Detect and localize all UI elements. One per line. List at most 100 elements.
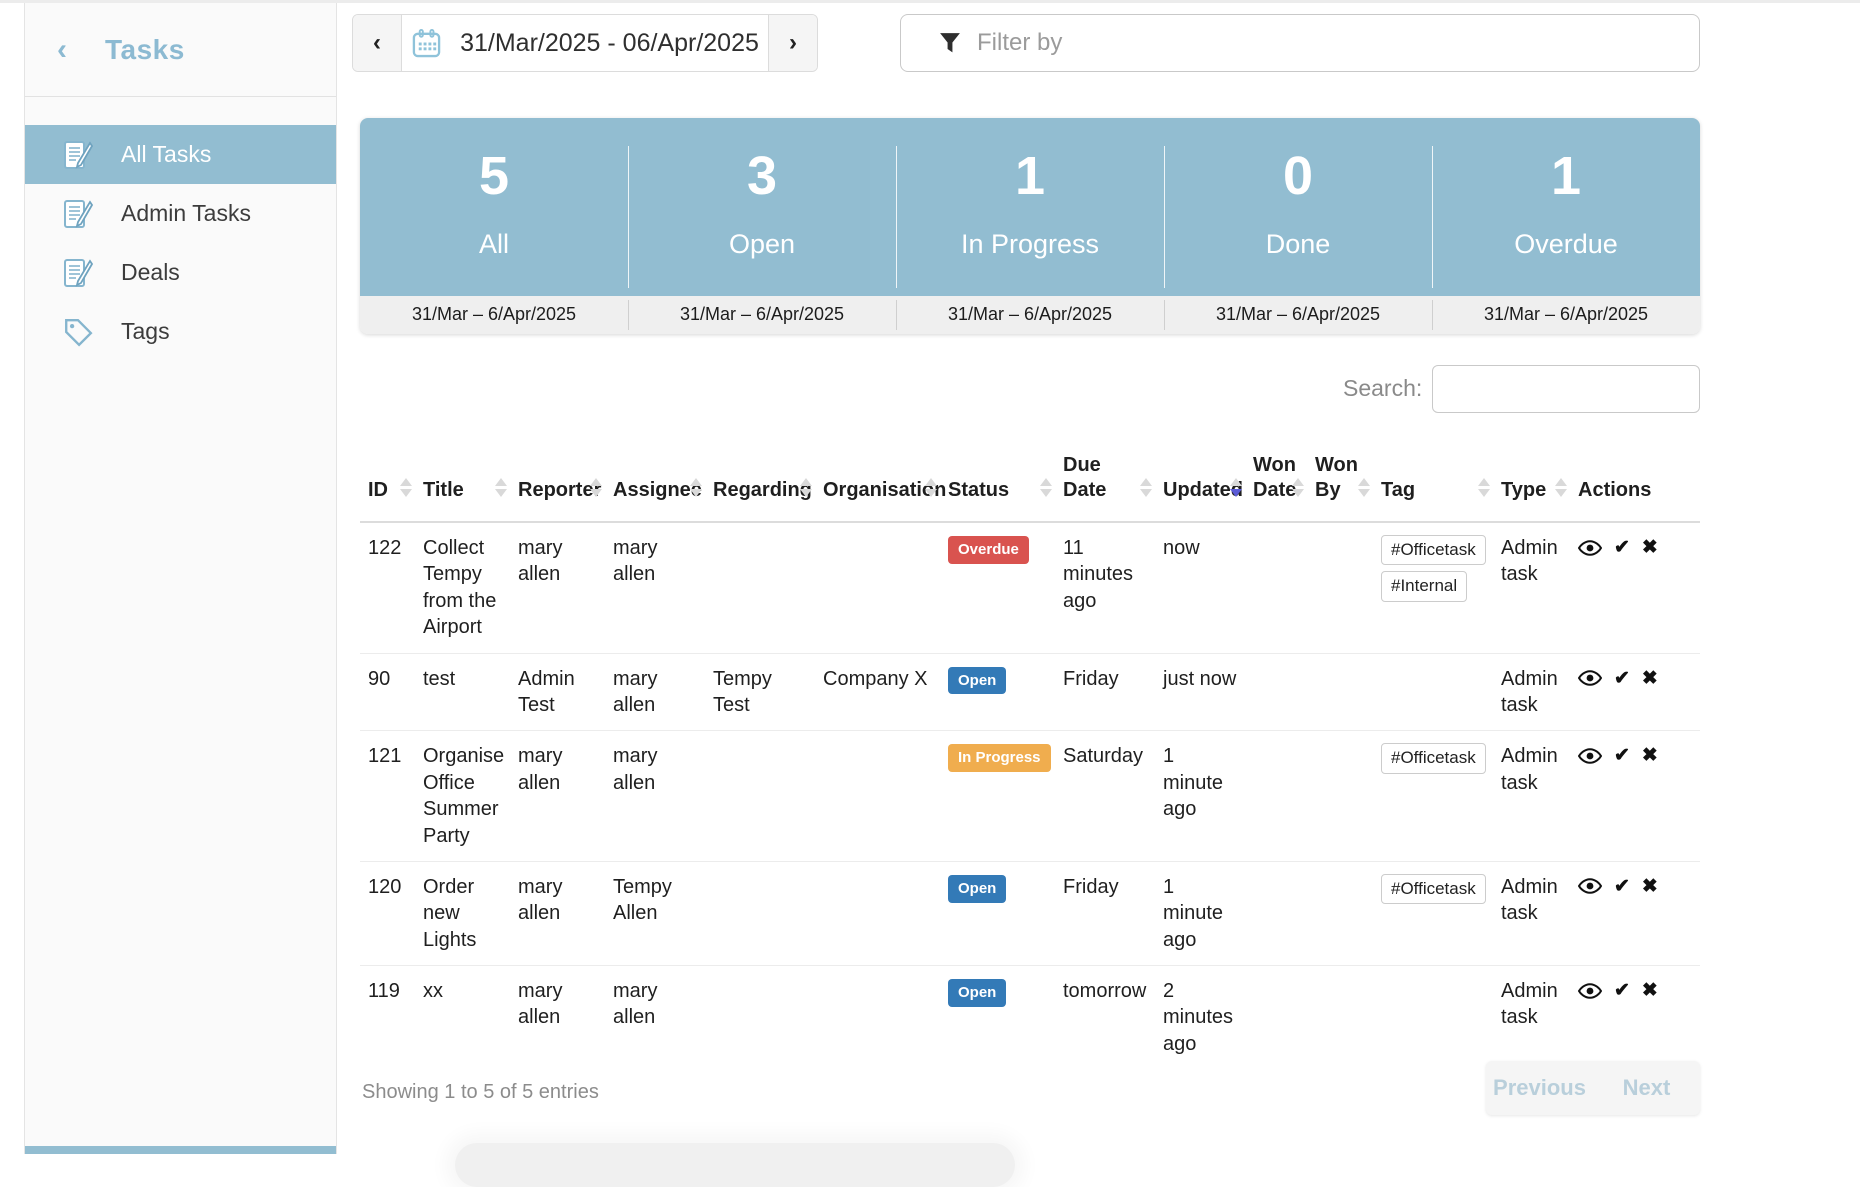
column-header-won-date[interactable]: Won Date bbox=[1245, 431, 1307, 522]
sort-arrows-icon bbox=[1140, 478, 1152, 497]
previous-period-button[interactable]: ‹ bbox=[353, 15, 402, 71]
search-input[interactable] bbox=[1432, 365, 1700, 413]
cell-id: 119 bbox=[360, 966, 415, 1070]
date-range-text: 31/Mar/2025 - 06/Apr/2025 bbox=[460, 29, 759, 58]
cell-actions: ✔ ✖ bbox=[1570, 966, 1700, 1070]
sort-arrows-icon bbox=[400, 478, 412, 497]
delete-task-icon[interactable]: ✖ bbox=[1642, 746, 1658, 765]
column-header-due-date[interactable]: Due Date bbox=[1055, 431, 1155, 522]
filter-funnel-icon bbox=[939, 32, 961, 54]
stat-value: 1 bbox=[896, 148, 1164, 205]
tag-pill[interactable]: #Officetask bbox=[1381, 743, 1486, 773]
date-range-navigator: ‹ 31/Mar/2025 - 06/Apr/2025 › bbox=[352, 14, 818, 72]
stat-label: All bbox=[360, 229, 628, 260]
column-header-type[interactable]: Type bbox=[1493, 431, 1570, 522]
view-task-icon[interactable] bbox=[1578, 878, 1602, 894]
column-header-organisation[interactable]: Organisation bbox=[815, 431, 940, 522]
column-header-assignee[interactable]: Assignee bbox=[605, 431, 705, 522]
sort-arrows-icon bbox=[690, 478, 702, 497]
calendar-icon bbox=[411, 28, 442, 59]
filter-input[interactable] bbox=[977, 15, 1699, 71]
column-header-updated[interactable]: Updated bbox=[1155, 431, 1245, 522]
delete-task-icon[interactable]: ✖ bbox=[1642, 669, 1658, 688]
cell-title: xx bbox=[415, 966, 510, 1070]
table-header-row: IDTitleReporterAssigneeRegardingOrganisa… bbox=[360, 431, 1700, 522]
date-range-picker[interactable]: 31/Mar/2025 - 06/Apr/2025 bbox=[402, 15, 768, 71]
sort-arrows-icon bbox=[1040, 478, 1052, 497]
table-row: 121 Organise Office Summer Party mary al… bbox=[360, 731, 1700, 862]
tag-pill[interactable]: #Officetask bbox=[1381, 874, 1486, 904]
sidebar-item-tags[interactable]: Tags bbox=[25, 302, 336, 361]
cell-status: Open bbox=[940, 966, 1055, 1070]
complete-task-icon[interactable]: ✔ bbox=[1614, 538, 1630, 557]
sort-arrows-icon bbox=[590, 478, 602, 497]
task-list-icon bbox=[63, 257, 93, 289]
column-header-reporter[interactable]: Reporter bbox=[510, 431, 605, 522]
stat-value: 3 bbox=[628, 148, 896, 205]
cell-actions: ✔ ✖ bbox=[1570, 653, 1700, 731]
sidebar-item-label: Admin Tasks bbox=[121, 200, 251, 227]
stat-label: In Progress bbox=[896, 229, 1164, 260]
stat-date-range: 31/Mar – 6/Apr/2025 bbox=[896, 296, 1164, 334]
column-header-won-by[interactable]: Won By bbox=[1307, 431, 1373, 522]
sidebar-item-label: Deals bbox=[121, 259, 180, 286]
tag-pill[interactable]: #Internal bbox=[1381, 571, 1467, 601]
tag-pill[interactable]: #Officetask bbox=[1381, 535, 1486, 565]
stat-value: 1 bbox=[1432, 148, 1700, 205]
cell-type: Admin task bbox=[1493, 861, 1570, 965]
cell-updated: 1 minute ago bbox=[1155, 731, 1245, 862]
cell-won-by bbox=[1307, 731, 1373, 862]
column-header-id[interactable]: ID bbox=[360, 431, 415, 522]
next-period-button[interactable]: › bbox=[768, 15, 817, 71]
stat-label: Overdue bbox=[1432, 229, 1700, 260]
sort-arrows-icon bbox=[925, 478, 937, 497]
cell-reporter: mary allen bbox=[510, 861, 605, 965]
cell-reporter: Admin Test bbox=[510, 653, 605, 731]
view-task-icon[interactable] bbox=[1578, 748, 1602, 764]
complete-task-icon[interactable]: ✔ bbox=[1614, 669, 1630, 688]
column-header-regarding[interactable]: Regarding bbox=[705, 431, 815, 522]
table-row: 119 xx mary allen mary allen Open tomorr… bbox=[360, 966, 1700, 1070]
sidebar-menu: All Tasks Admin Tasks bbox=[25, 97, 336, 361]
cell-organisation: Company X bbox=[815, 653, 940, 731]
delete-task-icon[interactable]: ✖ bbox=[1642, 877, 1658, 896]
complete-task-icon[interactable]: ✔ bbox=[1614, 981, 1630, 1000]
sidebar-header: ‹ Tasks bbox=[25, 3, 336, 97]
cell-due-date: tomorrow bbox=[1055, 966, 1155, 1070]
complete-task-icon[interactable]: ✔ bbox=[1614, 746, 1630, 765]
column-header-status[interactable]: Status bbox=[940, 431, 1055, 522]
cell-won-date bbox=[1245, 731, 1307, 862]
view-task-icon[interactable] bbox=[1578, 983, 1602, 999]
column-header-tag[interactable]: Tag bbox=[1373, 431, 1493, 522]
status-badge: Open bbox=[948, 667, 1006, 695]
stat-date-range: 31/Mar – 6/Apr/2025 bbox=[360, 296, 628, 334]
sidebar-item-all-tasks[interactable]: All Tasks bbox=[25, 125, 336, 184]
delete-task-icon[interactable]: ✖ bbox=[1642, 981, 1658, 1000]
sort-arrows-icon bbox=[495, 478, 507, 497]
stat-date-range: 31/Mar – 6/Apr/2025 bbox=[1432, 296, 1700, 334]
sidebar-item-admin-tasks[interactable]: Admin Tasks bbox=[25, 184, 336, 243]
entries-summary: Showing 1 to 5 of 5 entries bbox=[362, 1081, 599, 1104]
stat-card-overdue: 1 Overdue bbox=[1432, 118, 1700, 296]
cell-actions: ✔ ✖ bbox=[1570, 861, 1700, 965]
sidebar-item-deals[interactable]: Deals bbox=[25, 243, 336, 302]
previous-page-button[interactable]: Previous bbox=[1486, 1075, 1593, 1101]
cell-won-by bbox=[1307, 653, 1373, 731]
back-chevron-icon[interactable]: ‹ bbox=[57, 35, 67, 65]
delete-task-icon[interactable]: ✖ bbox=[1642, 538, 1658, 557]
view-task-icon[interactable] bbox=[1578, 670, 1602, 686]
cell-won-by bbox=[1307, 966, 1373, 1070]
cell-actions: ✔ ✖ bbox=[1570, 522, 1700, 653]
stat-card-open: 3Open bbox=[628, 118, 896, 296]
stat-value: 5 bbox=[360, 148, 628, 205]
view-task-icon[interactable] bbox=[1578, 540, 1602, 556]
column-header-title[interactable]: Title bbox=[415, 431, 510, 522]
complete-task-icon[interactable]: ✔ bbox=[1614, 877, 1630, 896]
sidebar-bottom-accent-bar bbox=[25, 1146, 336, 1154]
cell-due-date: Saturday bbox=[1055, 731, 1155, 862]
stat-date-range: 31/Mar – 6/Apr/2025 bbox=[1164, 296, 1432, 334]
table-row: 120 Order new Lights mary allen Tempy Al… bbox=[360, 861, 1700, 965]
next-page-button[interactable]: Next bbox=[1593, 1075, 1700, 1101]
cell-organisation bbox=[815, 522, 940, 653]
cell-won-date bbox=[1245, 966, 1307, 1070]
